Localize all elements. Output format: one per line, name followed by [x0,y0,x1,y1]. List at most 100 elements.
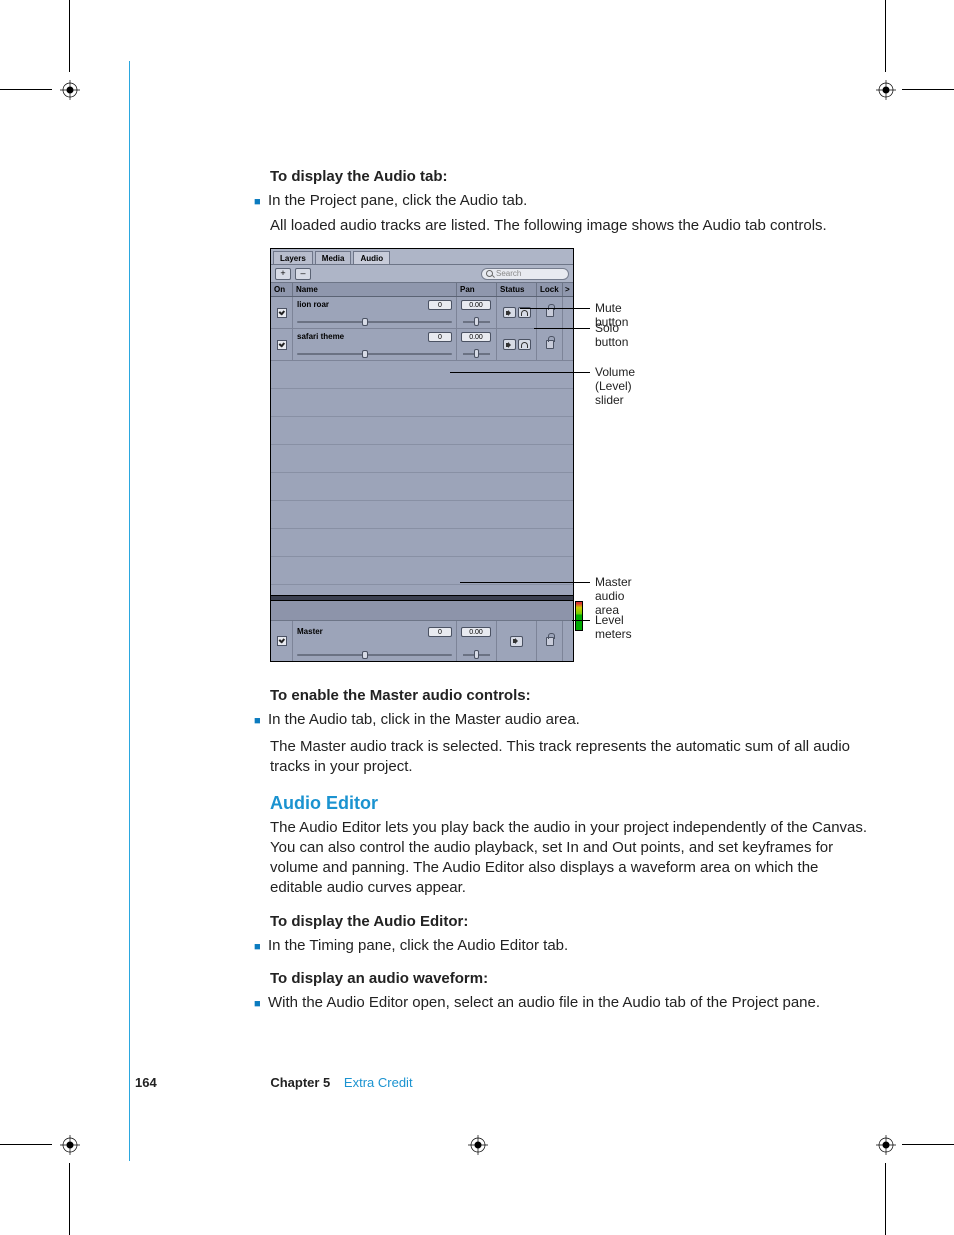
headphones-icon [521,342,528,348]
master-audio-area[interactable]: Master 0 0.00 [271,595,573,661]
empty-row [271,389,573,417]
speaker-icon [506,342,513,348]
solo-button[interactable] [518,339,531,350]
callout-lead [450,372,590,373]
heading-enable-master: To enable the Master audio controls: [270,686,874,706]
level-meters [575,601,583,631]
bullet-text: In the Audio tab, click in the Master au… [268,710,874,731]
margin-rule [129,61,130,1161]
empty-row [271,445,573,473]
pan-slider[interactable] [463,321,490,323]
empty-row [271,501,573,529]
search-icon [486,270,493,277]
callout-lead [534,328,590,329]
speaker-icon [506,310,513,316]
remove-button[interactable]: – [295,268,311,280]
add-button[interactable]: + [275,268,291,280]
empty-row [271,417,573,445]
heading-audio-editor: Audio Editor [270,793,874,814]
empty-row [271,557,573,585]
bullet-text: With the Audio Editor open, select an au… [268,993,874,1014]
list-item: ■ In the Project pane, click the Audio t… [270,191,874,212]
mute-button[interactable] [503,339,516,350]
page-footer: 164 Chapter 5 Extra Credit [135,1075,875,1095]
paragraph: The Audio Editor lets you play back the … [270,818,874,898]
lock-icon[interactable] [546,308,554,317]
pan-field[interactable]: 0.00 [461,627,491,637]
crop-line [885,0,886,72]
headphones-icon [521,310,528,316]
col-expand[interactable]: > [563,283,573,296]
bullet-icon: ■ [254,993,268,1014]
list-item: ■ In the Timing pane, click the Audio Ed… [270,936,874,957]
volume-slider[interactable] [297,654,452,656]
on-checkbox[interactable] [277,636,287,646]
level-field[interactable]: 0 [428,627,452,637]
level-field[interactable]: 0 [428,332,452,342]
lock-icon[interactable] [546,637,554,646]
paragraph: All loaded audio tracks are listed. The … [270,216,874,236]
pan-slider[interactable] [463,654,490,656]
crop-target-icon [876,1135,896,1155]
empty-row [271,529,573,557]
tab-audio[interactable]: Audio [353,251,390,264]
crop-target-icon [876,80,896,100]
bullet-text: In the Timing pane, click the Audio Edit… [268,936,874,957]
bullet-icon: ■ [254,936,268,957]
tab-media[interactable]: Media [315,251,352,264]
pan-slider[interactable] [463,353,490,355]
mute-button[interactable] [510,636,523,647]
search-input[interactable]: Search [481,268,569,280]
callout-master-area: Master audio area [595,575,632,617]
track-row[interactable]: lion roar 0 0.00 [271,297,573,329]
callout-solo: Solo button [595,321,628,349]
chapter-title: Extra Credit [344,1075,413,1090]
pan-field[interactable]: 0.00 [461,332,491,342]
volume-slider[interactable] [297,353,452,355]
crop-line [902,1144,954,1145]
panel-toolbar: + – Search [271,265,573,283]
col-status: Status [497,283,537,296]
heading-display-audio-tab: To display the Audio tab: [270,167,874,187]
heading-display-audio-editor: To display the Audio Editor: [270,912,874,932]
col-lock: Lock [537,283,563,296]
crop-line [0,1144,52,1145]
bullet-text: In the Project pane, click the Audio tab… [268,191,874,212]
track-row[interactable]: safari theme 0 0.00 [271,329,573,361]
paragraph: The Master audio track is selected. This… [270,737,874,777]
audio-panel: Layers Media Audio + – Search On Name Pa… [270,248,574,662]
callout-lead [520,308,590,309]
column-headers: On Name Pan Status Lock > [271,283,573,297]
heading-display-waveform: To display an audio waveform: [270,969,874,989]
page-number: 164 [135,1075,157,1090]
callout-meters: Level meters [595,613,632,641]
tab-layers[interactable]: Layers [273,251,313,264]
lock-icon[interactable] [546,340,554,349]
audio-tab-screenshot: Layers Media Audio + – Search On Name Pa… [270,248,586,668]
body-column: To display the Audio tab: ■ In the Proje… [270,167,874,1014]
list-item: ■ With the Audio Editor open, select an … [270,993,874,1014]
on-checkbox[interactable] [277,340,287,350]
pan-field[interactable]: 0.00 [461,300,491,310]
crop-target-icon [60,1135,80,1155]
chapter-label: Chapter 5 [270,1075,330,1090]
on-checkbox[interactable] [277,308,287,318]
bullet-icon: ■ [254,191,268,212]
callout-volume: Volume (Level) slider [595,365,635,407]
col-name: Name [293,283,457,296]
crop-line [902,89,954,90]
crop-line [885,1163,886,1235]
callout-lead [460,582,590,583]
col-on: On [271,283,293,296]
crop-line [0,89,52,90]
callout-lead [572,620,590,621]
crop-target-icon [60,80,80,100]
level-field[interactable]: 0 [428,300,452,310]
speaker-icon [513,638,520,644]
volume-slider[interactable] [297,321,452,323]
empty-row [271,473,573,501]
crop-target-icon [468,1135,488,1155]
list-item: ■ In the Audio tab, click in the Master … [270,710,874,731]
mute-button[interactable] [503,307,516,318]
search-placeholder: Search [496,269,521,278]
